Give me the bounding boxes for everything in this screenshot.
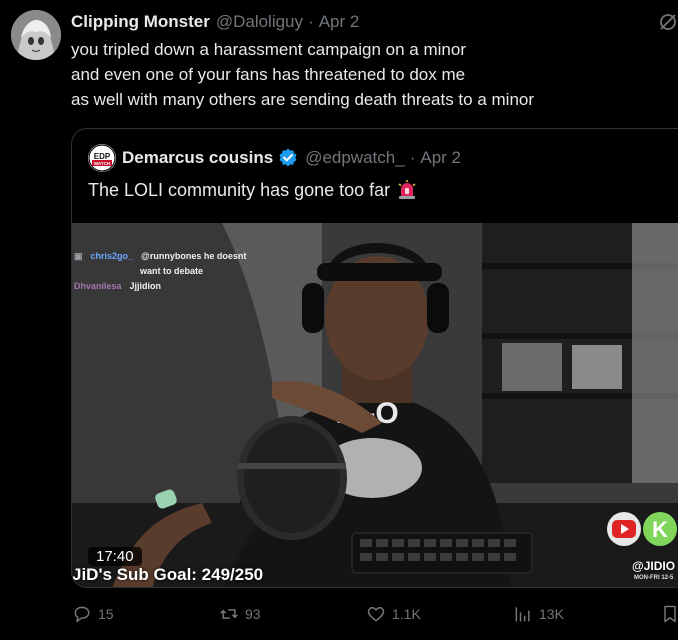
retweet-count: 93	[245, 606, 261, 622]
chat-text: @runnybones he doesnt	[141, 251, 247, 261]
tweet-text-line: as well with many others are sending dea…	[71, 90, 535, 109]
bookmark-button[interactable]	[660, 604, 678, 624]
quoted-author-avatar[interactable]: EDP WATCH	[88, 144, 116, 172]
edp-watch-logo-icon: EDP WATCH	[88, 144, 116, 172]
bookmark-icon	[664, 605, 676, 623]
like-button[interactable]: 1.1K	[366, 604, 421, 624]
views-button[interactable]: 13K	[513, 604, 564, 624]
quoted-tweet-header: EDP WATCH Demarcus cousins @edpwatch_ · …	[88, 144, 461, 172]
svg-text:WATCH: WATCH	[94, 161, 110, 166]
chat-message: Dhvanilesa Jjjidion	[74, 279, 246, 294]
author-name[interactable]: Clipping Monster	[71, 12, 210, 32]
tweet-text: you tripled down a harassment campaign o…	[71, 37, 671, 112]
anime-avatar-icon	[11, 10, 61, 60]
verified-badge-icon	[279, 148, 297, 167]
chat-message: want to debate	[74, 264, 246, 279]
reply-button[interactable]: 15	[72, 604, 114, 624]
chat-username: chris2go_	[90, 251, 134, 261]
separator-dot: ·	[409, 148, 416, 167]
svg-text:EDP: EDP	[94, 152, 111, 161]
author-handle[interactable]: @Daloliguy	[216, 12, 303, 32]
quoted-tweet-date[interactable]: Apr 2	[420, 148, 461, 168]
stream-chat-overlay: ▣ chris2go_ @runnybones he doesnt want t…	[74, 249, 246, 294]
tweet-date[interactable]: Apr 2	[319, 12, 360, 32]
grok-icon[interactable]	[658, 12, 678, 32]
sub-goal-overlay: JiD's Sub Goal: 249/250	[72, 565, 264, 584]
police-siren-icon	[398, 180, 416, 199]
tweet-text-line: and even one of your fans has threatened…	[71, 65, 466, 84]
tweet-actions: 15 93 1.1K 13K	[0, 600, 678, 630]
quoted-tweet[interactable]: EDP WATCH Demarcus cousins @edpwatch_ · …	[71, 128, 678, 588]
quoted-tweet-text-body: The LOLI community has gone too far	[88, 179, 391, 200]
reply-count: 15	[98, 606, 114, 622]
chat-message: ▣ chris2go_ @runnybones he doesnt	[74, 249, 246, 264]
quoted-tweet-text: The LOLI community has gone too far	[88, 179, 418, 201]
separator-dot: ·	[308, 12, 314, 31]
retweet-icon	[220, 609, 238, 619]
reply-icon	[74, 606, 90, 623]
like-count: 1.1K	[392, 606, 421, 622]
streamer-handle: @JIDIO	[632, 559, 676, 573]
tweet-text-line: you tripled down a harassment campaign o…	[71, 40, 466, 59]
retweet-button[interactable]: 93	[219, 604, 261, 624]
chat-text: Jjjidion	[129, 281, 162, 291]
chat-username: Dhvanilesa	[74, 281, 122, 291]
video-timecode: 17:40	[88, 547, 142, 566]
stream-schedule: MON-FRI 12-5	[634, 575, 674, 581]
view-count: 13K	[539, 606, 564, 622]
views-chart-icon	[515, 607, 530, 622]
tweet-header: Clipping Monster @Daloliguy · Apr 2	[71, 11, 359, 33]
quoted-author-name[interactable]: Demarcus cousins	[122, 148, 273, 168]
chat-text: want to debate	[140, 266, 204, 276]
video-player[interactable]: ve-O ▣ chris2go_ @runnybones he doe	[72, 223, 678, 587]
svg-text:K: K	[652, 517, 668, 542]
heart-icon	[367, 607, 385, 622]
quoted-author-handle[interactable]: @edpwatch_	[305, 148, 405, 168]
author-avatar[interactable]	[11, 10, 61, 60]
